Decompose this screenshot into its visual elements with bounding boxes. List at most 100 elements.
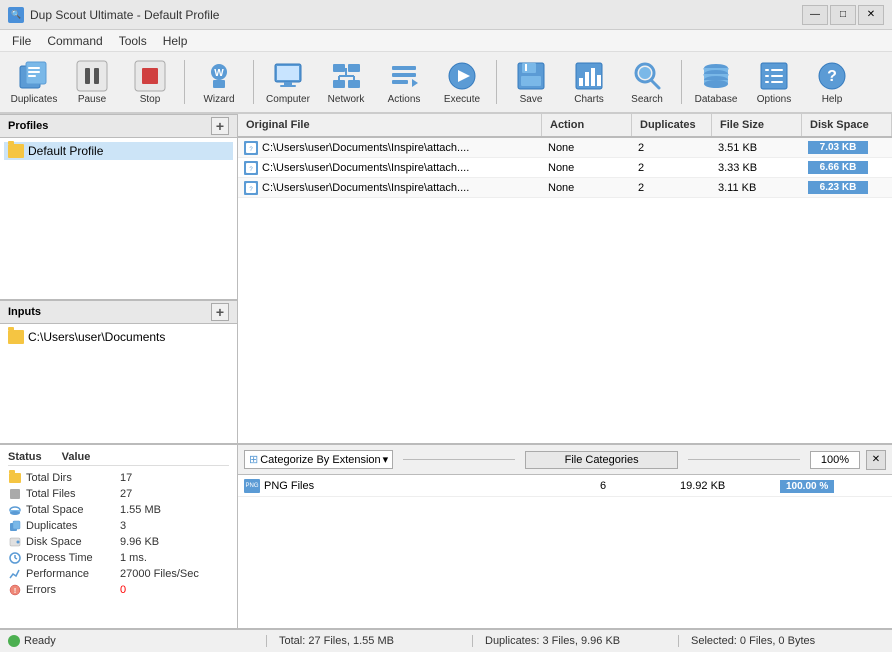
toolbar-duplicates[interactable]: Duplicates [6,56,62,108]
save-label: Save [520,94,543,105]
file-path-0: C:\Users\user\Documents\Inspire\attach..… [262,142,469,154]
window-title: Dup Scout Ultimate - Default Profile [30,8,219,22]
profile-item-default[interactable]: Default Profile [4,142,233,160]
toolbar-help[interactable]: ? Help [804,56,860,108]
maximize-button[interactable]: □ [830,5,856,25]
file-type-icon-0: ? [244,141,258,155]
menu-file[interactable]: File [4,32,39,50]
category-name: PNG Files [264,480,314,492]
computer-label: Computer [266,94,310,105]
database-icon [700,60,732,92]
stat-errors-label: Errors [26,584,116,596]
app-icon: 🔍 [8,7,24,23]
main-area: Profiles + Default Profile Inputs + C:\U… [0,114,892,443]
status-duplicates: Duplicates: 3 Files, 9.96 KB [472,635,678,647]
actions-icon [388,60,420,92]
categories-table: PNG PNG Files 6 19.92 KB 100.00 % [238,475,892,628]
stat-duplicates-label: Duplicates [26,520,116,532]
options-icon [758,60,790,92]
input-item-documents[interactable]: C:\Users\user\Documents [4,328,233,346]
table-row[interactable]: ? C:\Users\user\Documents\Inspire\attach… [238,178,892,198]
toolbar-stop[interactable]: Stop [122,56,178,108]
performance-icon [8,567,22,581]
td-size-2: 3.11 KB [712,178,802,197]
toolbar-execute[interactable]: Execute [434,56,490,108]
menu-tools[interactable]: Tools [111,32,155,50]
actions-label: Actions [388,94,421,105]
stat-performance: Performance 27000 Files/Sec [8,566,229,582]
wizard-icon: W [203,60,235,92]
table-row[interactable]: ? C:\Users\user\Documents\Inspire\attach… [238,138,892,158]
stat-duplicates-value: 3 [120,520,126,532]
stats-panel: Status Value Total Dirs 17 Total Files 2… [0,445,238,628]
charts-label: Charts [574,94,603,105]
category-size: 19.92 KB [672,480,772,492]
status-ready-label: Ready [24,635,56,647]
toolbar-network[interactable]: Network [318,56,374,108]
disk-space-icon [8,535,22,549]
disk-bar-1: 6.66 KB [808,161,868,174]
table-row[interactable]: ? C:\Users\user\Documents\Inspire\attach… [238,158,892,178]
save-icon [515,60,547,92]
stat-total-dirs-label: Total Dirs [26,472,116,484]
toolbar-computer[interactable]: Computer [260,56,316,108]
duplicates-stat-icon [8,519,22,533]
table-header: Original File Action Duplicates File Siz… [238,114,892,138]
svg-text:!: ! [14,588,16,595]
profiles-add-button[interactable]: + [211,117,229,135]
profiles-section: Profiles + Default Profile [0,114,237,299]
bottom-area: Status Value Total Dirs 17 Total Files 2… [0,443,892,628]
menu-help[interactable]: Help [155,32,196,50]
title-bar: 🔍 Dup Scout Ultimate - Default Profile —… [0,0,892,30]
minimize-button[interactable]: — [802,5,828,25]
file-type-icon-2: ? [244,181,258,195]
inputs-add-button[interactable]: + [211,303,229,321]
computer-icon [272,60,304,92]
stats-header: Status Value [8,451,229,466]
toolbar-save[interactable]: Save [503,56,559,108]
toolbar-database[interactable]: Database [688,56,744,108]
stat-errors-value: 0 [120,584,126,596]
stat-total-files: Total Files 27 [8,486,229,502]
stat-total-dirs: Total Dirs 17 [8,470,229,486]
stat-disk-space: Disk Space 9.96 KB [8,534,229,550]
cat-percent-button[interactable]: 100% [810,451,860,469]
status-bar: Ready Total: 27 Files, 1.55 MB Duplicate… [0,628,892,652]
categorize-dropdown[interactable]: Categorize By Extension [260,454,380,466]
td-file-1: ? C:\Users\user\Documents\Inspire\attach… [238,158,542,177]
menu-command[interactable]: Command [39,32,110,50]
file-path-1: C:\Users\user\Documents\Inspire\attach..… [262,162,469,174]
th-disk-space: Disk Space [802,114,892,136]
cat-close-button[interactable]: ✕ [866,450,886,470]
options-label: Options [757,94,791,105]
td-dups-1: 2 [632,158,712,177]
toolbar-search[interactable]: Search [619,56,675,108]
inputs-title: Inputs [8,306,41,318]
toolbar-wizard[interactable]: W Wizard [191,56,247,108]
stats-header-value: Value [62,451,91,463]
svg-text:?: ? [827,68,837,85]
status-sections: Total: 27 Files, 1.55 MB Duplicates: 3 F… [266,635,884,647]
toolbar-pause[interactable]: Pause [64,56,120,108]
disk-bar-0: 7.03 KB [808,141,868,154]
stat-duplicates: Duplicates 3 [8,518,229,534]
cat-separator-left [403,459,515,460]
th-action: Action [542,114,632,136]
network-icon [330,60,362,92]
toolbar-charts[interactable]: Charts [561,56,617,108]
stat-process-time: Process Time 1 ms. [8,550,229,566]
td-disk-0: 7.03 KB [802,138,892,157]
toolbar: Duplicates Pause Stop W Wizard Computer … [0,52,892,114]
toolbar-actions[interactable]: Actions [376,56,432,108]
wizard-label: Wizard [203,94,234,105]
help-label: Help [822,94,843,105]
toolbar-options[interactable]: Options [746,56,802,108]
stat-total-space: Total Space 1.55 MB [8,502,229,518]
duplicates-label: Duplicates [11,94,58,105]
stat-total-space-value: 1.55 MB [120,504,161,516]
category-percent-bar: 100.00 % [780,480,834,493]
results-table: Original File Action Duplicates File Siz… [238,114,892,443]
category-row-png[interactable]: PNG PNG Files 6 19.92 KB 100.00 % [238,475,892,497]
close-button[interactable]: ✕ [858,5,884,25]
categories-panel: ⊞ Categorize By Extension ▾ File Categor… [238,445,892,628]
